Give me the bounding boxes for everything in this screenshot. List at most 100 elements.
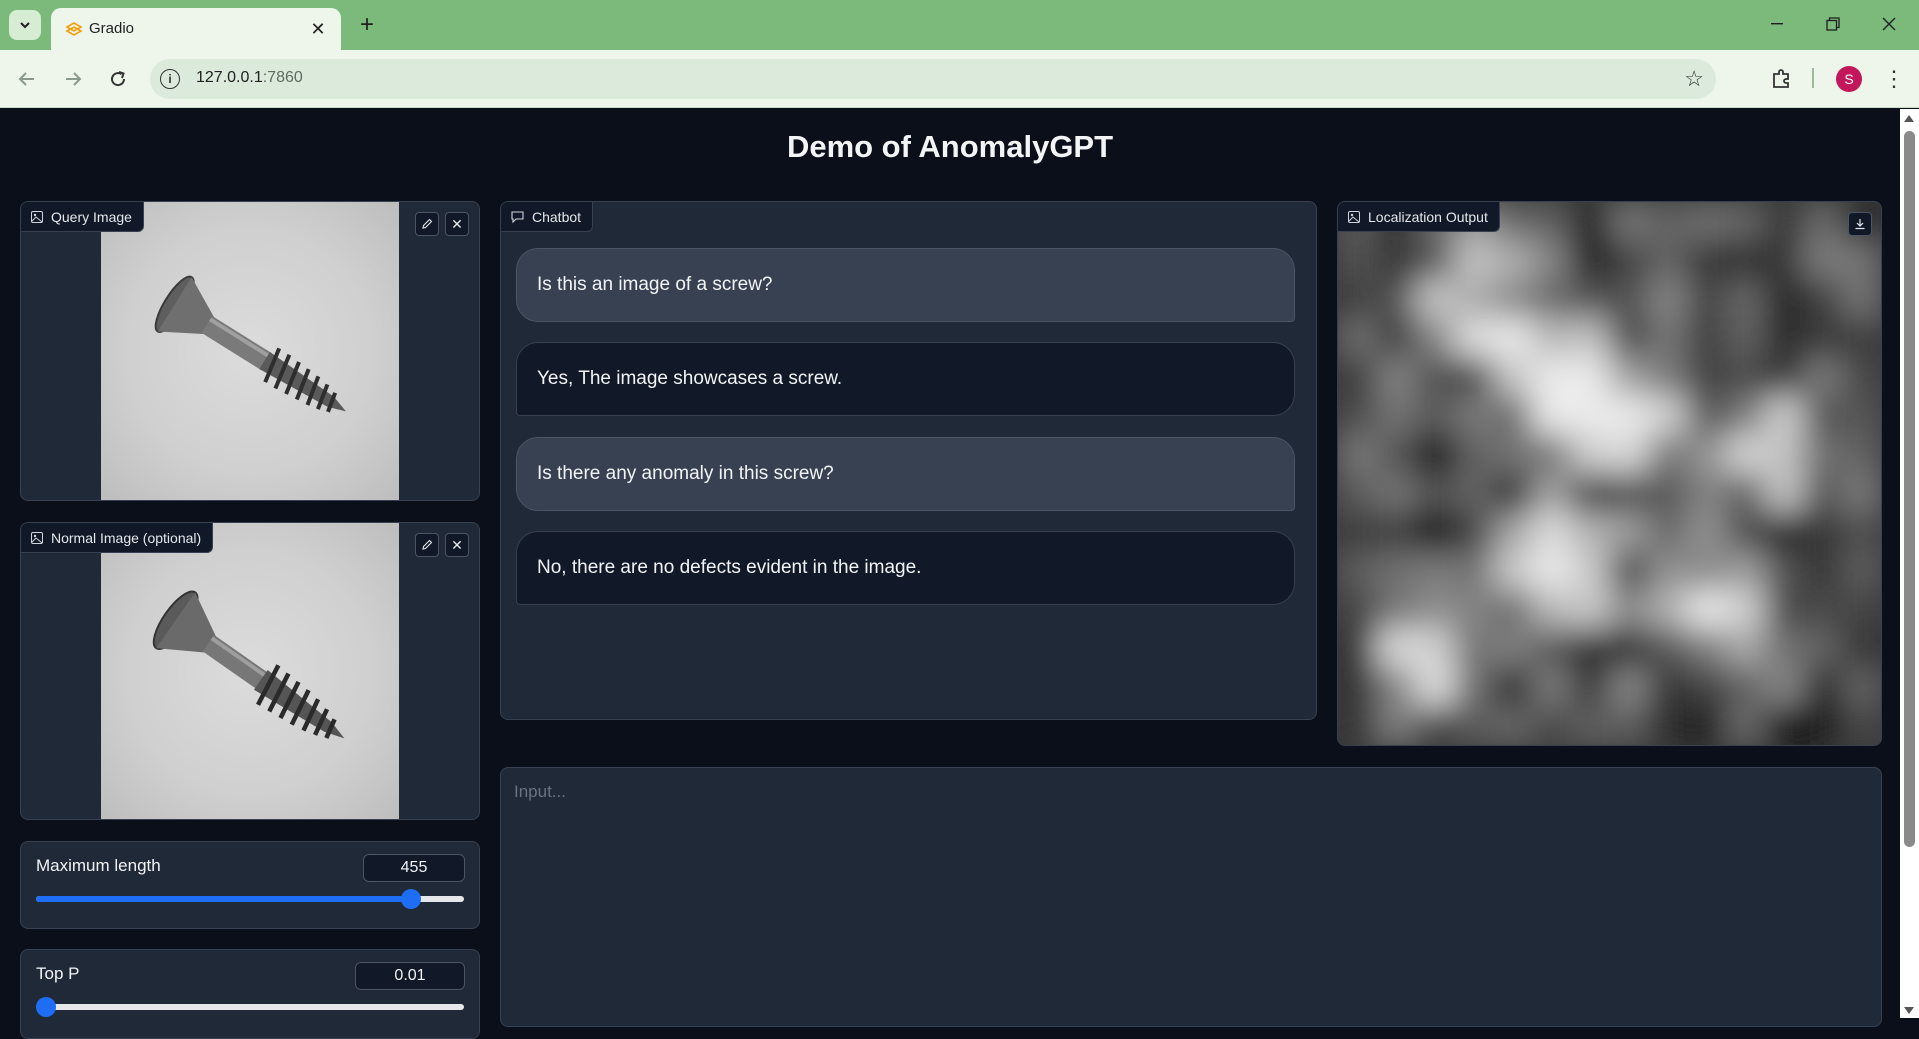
heatmap-cell — [1493, 395, 1533, 436]
top-p-number-input[interactable]: 0.01 — [355, 962, 465, 990]
tab-search-button[interactable] — [9, 10, 41, 40]
max-length-number-input[interactable]: 455 — [363, 854, 465, 882]
top-p-slider-thumb[interactable] — [36, 997, 56, 1017]
heatmap-cell — [1531, 551, 1572, 591]
forward-arrow-icon[interactable] — [58, 64, 88, 94]
heatmap-cell — [1338, 357, 1378, 397]
heatmap-cell — [1764, 202, 1805, 242]
heatmap-cell — [1842, 395, 1881, 436]
heatmap-cell — [1415, 706, 1456, 745]
heatmap-cell — [1531, 318, 1572, 359]
heatmap-cell — [1493, 512, 1533, 553]
site-info-icon[interactable]: i — [160, 69, 180, 89]
new-tab-button[interactable]: + — [352, 10, 382, 40]
heatmap-cell — [1570, 512, 1611, 553]
query-image-label: Query Image — [21, 202, 144, 232]
heatmap-cell — [1493, 279, 1533, 320]
heatmap-cell — [1415, 395, 1456, 436]
query-image-block[interactable]: Query Image ✕ — [20, 201, 480, 501]
heatmap-cell — [1803, 240, 1844, 281]
heatmap-cell — [1415, 434, 1456, 475]
heatmap-cell — [1803, 279, 1844, 320]
close-tab-icon[interactable]: ✕ — [307, 18, 329, 40]
max-length-slider-track[interactable] — [36, 889, 464, 909]
heatmap-cell — [1764, 551, 1805, 591]
scrollbar-thumb[interactable] — [1904, 131, 1915, 847]
extensions-puzzle-icon[interactable] — [1768, 64, 1796, 92]
heatmap-cell — [1687, 473, 1727, 514]
heatmap-cell — [1725, 551, 1766, 591]
heatmap-cell — [1454, 589, 1495, 630]
heatmap-cell — [1803, 357, 1844, 397]
max-length-slider-fill — [36, 896, 411, 902]
download-icon[interactable] — [1848, 212, 1872, 236]
heatmap-cell — [1764, 240, 1805, 281]
heatmap-cell — [1570, 551, 1611, 591]
heatmap-cell — [1687, 240, 1727, 281]
heatmap-cell — [1764, 512, 1805, 553]
heatmap-cell — [1570, 589, 1611, 630]
heatmap-cell — [1376, 434, 1417, 475]
heatmap-cell — [1493, 357, 1533, 397]
heatmap-cell — [1725, 667, 1766, 708]
chatbot-label: Chatbot — [501, 202, 594, 232]
heatmap-cell — [1842, 551, 1881, 591]
heatmap-cell — [1648, 240, 1689, 281]
heatmap-cell — [1803, 395, 1844, 436]
edit-pencil-icon[interactable] — [415, 533, 439, 557]
normal-image-block[interactable]: Normal Image (optional) ✕ — [20, 522, 480, 820]
heatmap-cell — [1648, 628, 1689, 669]
heatmap-cell — [1570, 434, 1611, 475]
heatmap-cell — [1609, 279, 1650, 320]
heatmap-cell — [1842, 706, 1881, 745]
max-length-slider-thumb[interactable] — [400, 889, 421, 909]
heatmap-cell — [1531, 434, 1572, 475]
profile-avatar[interactable]: S — [1836, 66, 1862, 92]
chevron-down-icon — [20, 22, 30, 29]
top-p-slider-track[interactable] — [36, 997, 464, 1017]
browser-menu-icon[interactable]: ⋮ — [1880, 64, 1908, 94]
browser-toolbar: i 127.0.0.1:7860 ☆ S ⋮ — [0, 50, 1919, 108]
clear-image-icon[interactable]: ✕ — [445, 212, 469, 236]
heatmap-cell — [1570, 318, 1611, 359]
scroll-up-arrow-icon[interactable] — [1904, 115, 1914, 122]
heatmap-cell — [1376, 279, 1417, 320]
heatmap-cell — [1493, 551, 1533, 591]
heatmap-cell — [1842, 512, 1881, 553]
heatmap-cell — [1338, 589, 1378, 630]
back-arrow-icon[interactable] — [12, 64, 42, 94]
heatmap-cell — [1725, 240, 1766, 281]
chat-message-bot: No, there are no defects evident in the … — [516, 531, 1295, 605]
heatmap-cell — [1376, 357, 1417, 397]
heatmap-cell — [1376, 628, 1417, 669]
page-title: Demo of AnomalyGPT — [786, 129, 1114, 164]
heatmap-cell — [1687, 551, 1727, 591]
minimize-icon[interactable] — [1754, 8, 1800, 40]
clear-image-icon[interactable]: ✕ — [445, 533, 469, 557]
heatmap-cell — [1338, 240, 1378, 281]
address-bar[interactable]: i 127.0.0.1:7860 ☆ — [150, 59, 1716, 99]
heatmap-cell — [1415, 551, 1456, 591]
scroll-down-arrow-icon[interactable] — [1904, 1007, 1914, 1014]
heatmap-cell — [1415, 240, 1456, 281]
heatmap-cell — [1609, 473, 1650, 514]
heatmap-cell — [1842, 589, 1881, 630]
heatmap-cell — [1493, 706, 1533, 745]
close-window-icon[interactable] — [1866, 8, 1912, 40]
browser-tab[interactable]: Gradio ✕ — [51, 8, 341, 50]
max-length-label: Maximum length — [36, 856, 161, 875]
heatmap-cell — [1725, 434, 1766, 475]
heatmap-cell — [1803, 473, 1844, 514]
chat-input-textbox[interactable]: Input... — [500, 767, 1882, 1027]
reload-icon[interactable] — [103, 64, 133, 94]
edit-pencil-icon[interactable] — [415, 212, 439, 236]
heatmap-cell — [1648, 318, 1689, 359]
heatmap-cell — [1454, 473, 1495, 514]
heatmap-cell — [1415, 473, 1456, 514]
heatmap-cell — [1338, 434, 1378, 475]
page-scrollbar[interactable] — [1900, 109, 1919, 1018]
restore-icon[interactable] — [1810, 8, 1856, 40]
bookmark-star-icon[interactable]: ☆ — [1684, 66, 1704, 92]
heatmap-cell — [1609, 240, 1650, 281]
heatmap-cell — [1764, 589, 1805, 630]
